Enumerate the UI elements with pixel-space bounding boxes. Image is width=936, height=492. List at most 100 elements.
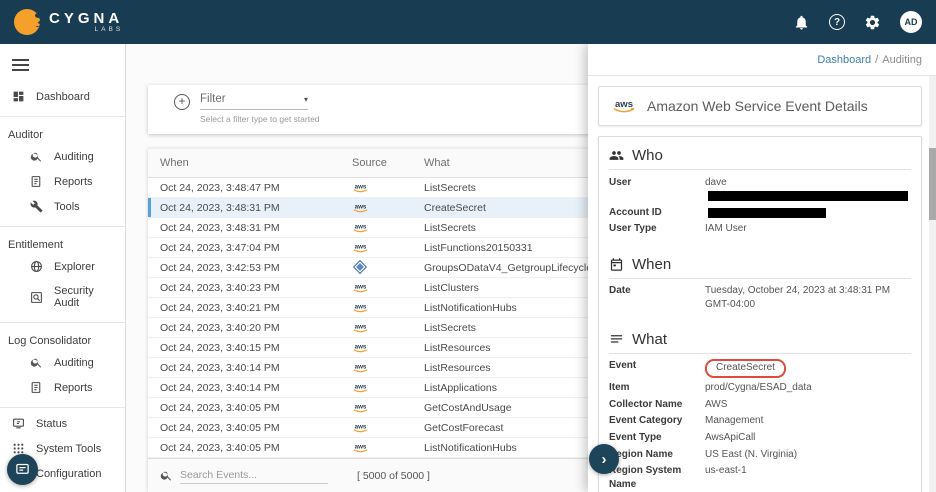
event-when: Oct 24, 2023, 3:48:31 PM [160, 222, 352, 234]
event-what: ListSecrets [424, 222, 606, 234]
detail-label: Event Category [609, 414, 705, 428]
sidebar-item-label: Dashboard [36, 91, 90, 103]
table-row[interactable]: Oct 24, 2023, 3:40:14 PMawsListApplicati… [148, 378, 606, 398]
detail-row: Region System Nameus-east-1 [609, 463, 911, 492]
panel-body: aws Amazon Web Service Event Details Who… [588, 76, 936, 492]
sidebar-item-tools[interactable]: Tools [0, 194, 125, 219]
breadcrumb-dashboard-link[interactable]: Dashboard [817, 54, 871, 66]
event-what: GroupsODataV4_GetgroupLifecyclePolicies [424, 262, 606, 274]
search-input[interactable] [180, 467, 328, 484]
sidebar-item-reports[interactable]: Reports [0, 169, 125, 194]
aws-source-icon: aws [352, 242, 369, 254]
column-header-what[interactable]: What [424, 157, 606, 169]
event-what: ListNotificationHubs [424, 442, 606, 454]
event-what: ListFunctions20150331 [424, 242, 606, 254]
table-row[interactable]: Oct 24, 2023, 3:40:05 PMawsGetCostAndUsa… [148, 398, 606, 418]
add-filter-icon[interactable]: + [174, 94, 190, 110]
events-table: When Source What Oct 24, 2023, 3:48:47 P… [148, 148, 606, 492]
notifications-bell-icon[interactable] [793, 14, 810, 31]
table-row[interactable]: Oct 24, 2023, 3:40:15 PMaws ListResources [148, 338, 606, 358]
table-row[interactable]: Oct 24, 2023, 3:40:05 PMawsListNotificat… [148, 438, 606, 458]
sidebar-item-label: Auditing [54, 151, 94, 163]
aws-source-icon: aws [352, 222, 369, 234]
user-avatar[interactable]: AD [900, 11, 922, 33]
sidebar-divider [0, 226, 125, 227]
event-when: Oct 24, 2023, 3:40:14 PM [160, 382, 352, 394]
table-row[interactable]: Oct 24, 2023, 3:40:23 PMawsListClusters [148, 278, 606, 298]
panel-scrollbar-thumb[interactable] [929, 148, 936, 220]
detail-value [705, 206, 911, 220]
report-icon [30, 175, 43, 188]
event-when: Oct 24, 2023, 3:40:15 PM [160, 342, 352, 354]
table-row[interactable]: Oct 24, 2023, 3:40:20 PMawsListSecrets [148, 318, 606, 338]
event-when: Oct 24, 2023, 3:48:47 PM [160, 182, 352, 194]
aws-source-icon: aws [352, 422, 369, 434]
event-what: ListSecrets [424, 182, 606, 194]
panel-expand-button[interactable]: › [589, 444, 619, 474]
top-navbar: CYGNA LABS ? AD [0, 0, 936, 44]
sidebar-section-entitlement: Entitlement [0, 230, 125, 254]
brand-logo: CYGNA LABS [14, 9, 123, 35]
detail-row: Account ID [609, 204, 911, 221]
sidebar-nav: DashboardAuditorAuditingReportsToolsEnti… [0, 84, 125, 486]
sidebar-item-label: Security Audit [54, 285, 121, 309]
globe-icon [30, 260, 43, 273]
sidebar-divider [0, 322, 125, 323]
aws-source-icon: aws [352, 342, 369, 354]
sidebar-item-label: Tools [54, 201, 80, 213]
breadcrumb: Dashboard / Auditing [588, 44, 936, 76]
report-icon [30, 381, 43, 394]
table-row[interactable]: Oct 24, 2023, 3:48:31 PMaws ListSecrets [148, 218, 606, 238]
table-row[interactable]: Oct 24, 2023, 3:40:05 PMawsGetCostForeca… [148, 418, 606, 438]
hamburger-menu-icon[interactable] [0, 44, 40, 84]
detail-label: Event [609, 359, 705, 378]
sidebar-item-dashboard[interactable]: Dashboard [0, 84, 125, 109]
event-what: GetCostForecast [424, 422, 606, 434]
panel-title-card: aws Amazon Web Service Event Details [598, 86, 922, 126]
event-what: ListResources [424, 342, 606, 354]
help-icon[interactable]: ? [829, 14, 845, 30]
settings-gear-icon[interactable] [864, 14, 881, 31]
table-row[interactable]: Oct 24, 2023, 3:47:04 PMawsListFunctions… [148, 238, 606, 258]
table-row[interactable]: Oct 24, 2023, 3:40:21 PMawsListNotificat… [148, 298, 606, 318]
sidebar-item-reports[interactable]: Reports [0, 375, 125, 400]
event-when: Oct 24, 2023, 3:40:20 PM [160, 322, 352, 334]
dashboard-icon [12, 90, 25, 103]
sidebar-section-auditor: Auditor [0, 120, 125, 144]
svg-text:aws: aws [615, 99, 633, 110]
table-row[interactable]: Oct 24, 2023, 3:48:31 PMawsCreateSecret [148, 198, 606, 218]
sidebar-item-security-audit[interactable]: Security Audit [0, 279, 125, 315]
table-row[interactable]: Oct 24, 2023, 3:48:47 PMawsListSecrets [148, 178, 606, 198]
aws-source-icon: aws [352, 362, 369, 374]
column-header-source[interactable]: Source [352, 157, 424, 169]
table-row[interactable]: Oct 24, 2023, 3:42:53 PM GroupsODataV4_Ge… [148, 258, 606, 278]
highlighted-event-value: CreateSecret [705, 359, 786, 378]
detail-value: US East (N. Virginia) [705, 448, 911, 462]
filter-dropdown[interactable]: Filter ▾ Select a filter type to get sta… [200, 93, 308, 124]
detail-sections-card: WhoUserdaveAccount IDUser TypeIAM UserWh… [598, 136, 922, 492]
table-footer: [ 5000 of 5000 ] [148, 458, 606, 492]
section-title: Who [632, 147, 663, 164]
security-audit-icon [30, 291, 43, 304]
table-row[interactable]: Oct 24, 2023, 3:40:14 PMawsListResources [148, 358, 606, 378]
filter-label: Filter [200, 93, 226, 105]
chat-widget-button[interactable] [7, 454, 38, 485]
sidebar-divider [0, 407, 125, 408]
svg-text:aws: aws [355, 443, 367, 450]
column-header-when[interactable]: When [160, 157, 352, 169]
detail-value: Tuesday, October 24, 2023 at 3:48:31 PM … [705, 284, 911, 311]
svg-text:aws: aws [355, 243, 367, 250]
event-when: Oct 24, 2023, 3:42:53 PM [160, 262, 352, 274]
sidebar-item-auditing[interactable]: Auditing [0, 350, 125, 375]
sidebar-item-explorer[interactable]: Explorer [0, 254, 125, 279]
event-when: Oct 24, 2023, 3:40:23 PM [160, 282, 352, 294]
aws-source-icon: aws [352, 302, 369, 314]
redacted-value-bar [708, 208, 826, 218]
panel-scrollbar-track[interactable] [929, 76, 936, 492]
section-heading-when: When [609, 248, 911, 279]
sidebar-item-auditing[interactable]: Auditing [0, 144, 125, 169]
sidebar-item-status[interactable]: Status [0, 411, 125, 436]
detail-label: Account ID [609, 206, 705, 220]
detail-label: Collector Name [609, 398, 705, 412]
sidebar-section-log-consolidator: Log Consolidator [0, 326, 125, 350]
